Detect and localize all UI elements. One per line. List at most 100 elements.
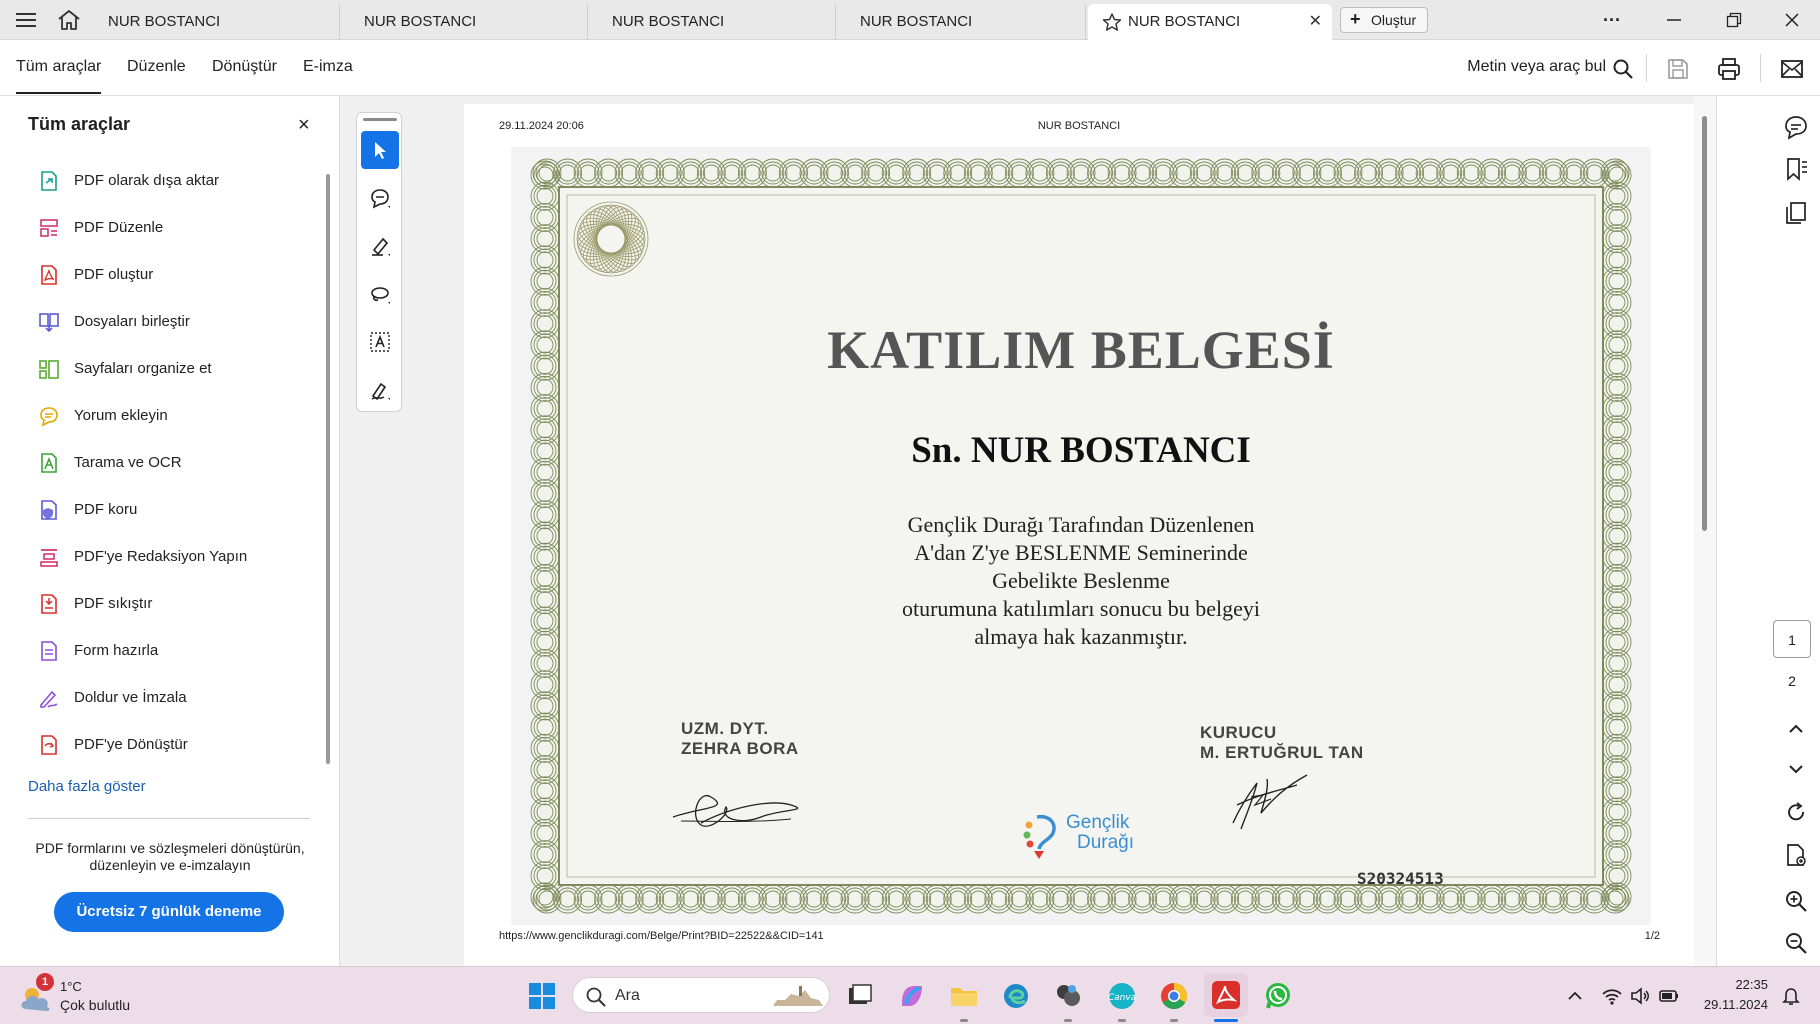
- free-trial-button[interactable]: Ücretsiz 7 günlük deneme: [54, 892, 284, 932]
- canva-icon[interactable]: Canva: [1106, 980, 1138, 1012]
- tab-document-4[interactable]: NUR BOSTANCI: [836, 4, 1086, 40]
- create-button[interactable]: + Oluştur: [1340, 7, 1428, 33]
- chrome-icon[interactable]: [1158, 980, 1190, 1012]
- tool-combine-files[interactable]: Dosyaları birleştir: [28, 305, 318, 339]
- notification-bell-icon[interactable]: [1780, 985, 1802, 1007]
- clock-time[interactable]: 22:35: [1735, 977, 1768, 992]
- show-more-link[interactable]: Daha fazla göster: [28, 778, 146, 795]
- tab-document-3[interactable]: NUR BOSTANCI: [588, 4, 836, 40]
- task-view-icon[interactable]: [844, 980, 876, 1012]
- bookmarks-icon[interactable]: [1783, 156, 1809, 182]
- toolbar-divider: [1646, 54, 1647, 82]
- minimize-icon[interactable]: [1654, 6, 1694, 34]
- save-icon[interactable]: [1665, 56, 1691, 82]
- chevron-down-icon[interactable]: [1783, 756, 1809, 782]
- menu-e-sign[interactable]: E-imza: [303, 58, 353, 76]
- chevron-up-icon[interactable]: [1783, 716, 1809, 742]
- left-signer-name: ZEHRA BORA: [681, 739, 799, 758]
- file-explorer-icon[interactable]: [948, 980, 980, 1012]
- pdf-page: 29.11.2024 20:06 NUR BOSTANCI KATILIM BE…: [464, 104, 1694, 966]
- tab-document-1[interactable]: NUR BOSTANCI: [84, 4, 340, 40]
- more-options-icon[interactable]: ···: [1592, 6, 1632, 34]
- svg-text:Canva: Canva: [1108, 993, 1136, 1003]
- tool-label: PDF'ye Redaksiyon Yapın: [74, 548, 248, 565]
- page-2-button[interactable]: 2: [1773, 662, 1811, 700]
- tab-document-2[interactable]: NUR BOSTANCI: [340, 4, 588, 40]
- edge-browser-icon[interactable]: [1000, 980, 1032, 1012]
- tool-redact[interactable]: PDF'ye Redaksiyon Yapın: [28, 540, 318, 574]
- restore-icon[interactable]: [1714, 6, 1754, 34]
- comment-plus-icon: [371, 189, 390, 209]
- tool-organize-pages[interactable]: Sayfaları organize et: [28, 352, 318, 386]
- tab-label: NUR BOSTANCI: [860, 13, 973, 30]
- certificate-body: Gençlik Durağı Tarafından Düzenlenen A'd…: [511, 511, 1651, 651]
- zoom-out-icon[interactable]: [1783, 930, 1809, 956]
- windows-start-icon[interactable]: [526, 980, 558, 1012]
- chevron-up-icon[interactable]: [1564, 985, 1586, 1007]
- star-icon[interactable]: [1102, 13, 1122, 31]
- email-icon[interactable]: [1779, 56, 1805, 82]
- tool-compress-pdf[interactable]: PDF sıkıştır: [28, 587, 318, 621]
- taskbar-search-box[interactable]: Ara: [572, 977, 830, 1013]
- panel-scrollbar[interactable]: [326, 174, 330, 764]
- volume-icon[interactable]: [1629, 985, 1651, 1007]
- window-close-icon[interactable]: [1772, 6, 1812, 34]
- rosette-emblem: [573, 201, 649, 277]
- zoom-in-icon[interactable]: [1783, 888, 1809, 914]
- tool-scan-ocr[interactable]: Tarama ve OCR: [28, 446, 318, 480]
- tab-close-icon[interactable]: ✕: [1309, 4, 1322, 40]
- hamburger-menu-icon[interactable]: [14, 10, 38, 30]
- add-comment-tool[interactable]: [361, 179, 399, 217]
- redact-icon: [40, 549, 58, 567]
- whatsapp-icon[interactable]: [1262, 980, 1294, 1012]
- tool-prepare-form[interactable]: Form hazırla: [28, 634, 318, 668]
- menu-edit[interactable]: Düzenle: [127, 58, 186, 76]
- tool-protect-pdf[interactable]: PDF koru: [28, 493, 318, 527]
- page-tools-icon[interactable]: [1783, 842, 1809, 868]
- search-icon[interactable]: [1612, 58, 1634, 80]
- copilot-icon[interactable]: [896, 980, 928, 1012]
- game-app-icon[interactable]: [1052, 980, 1084, 1012]
- fill-sign-icon: [40, 690, 58, 708]
- scrollbar-thumb[interactable]: [1702, 116, 1707, 531]
- tool-export-pdf[interactable]: PDF olarak dışa aktar: [28, 164, 318, 198]
- sign-tool[interactable]: [361, 371, 399, 409]
- document-scrollbar[interactable]: [1694, 96, 1716, 966]
- weather-temperature[interactable]: 1°C: [60, 979, 82, 994]
- tool-edit-pdf[interactable]: PDF Düzenle: [28, 211, 318, 245]
- home-icon[interactable]: [56, 8, 82, 32]
- text-box-tool[interactable]: [361, 323, 399, 361]
- battery-icon[interactable]: [1658, 985, 1680, 1007]
- tool-add-comment[interactable]: Yorum ekleyin: [28, 399, 318, 433]
- comments-panel-icon[interactable]: [1783, 114, 1809, 140]
- print-icon[interactable]: [1716, 56, 1742, 82]
- convert-pdf-icon: [41, 735, 57, 755]
- left-signer: UZM. DYT. ZEHRA BORA: [681, 719, 799, 759]
- weather-description[interactable]: Çok bulutlu: [60, 997, 130, 1013]
- tab-document-5-active[interactable]: NUR BOSTANCI ✕: [1088, 4, 1332, 40]
- find-text-or-tool[interactable]: Metin veya araç bul: [1467, 58, 1606, 76]
- panel-close-icon[interactable]: ×: [298, 114, 310, 137]
- acrobat-taskbar-active[interactable]: [1204, 973, 1248, 1017]
- tool-fill-sign[interactable]: Doldur ve İmzala: [28, 681, 318, 715]
- highlight-tool[interactable]: [361, 227, 399, 265]
- menu-all-tools[interactable]: Tüm araçlar: [16, 58, 102, 94]
- adobe-acrobat-icon: [1212, 981, 1240, 1009]
- menu-convert[interactable]: Dönüştür: [212, 58, 277, 76]
- create-label: Oluştur: [1371, 12, 1417, 28]
- compress-pdf-icon: [41, 594, 57, 614]
- running-indicator: [1118, 1019, 1126, 1022]
- certificate-title: KATILIM BELGESİ: [827, 320, 1335, 380]
- rotate-icon[interactable]: [1783, 800, 1809, 826]
- tool-convert-pdf[interactable]: PDF'ye Dönüştür: [28, 728, 318, 762]
- export-pdf-icon: [41, 171, 57, 191]
- drag-handle[interactable]: [363, 118, 397, 121]
- tool-create-pdf[interactable]: PDF oluştur: [28, 258, 318, 292]
- wifi-icon[interactable]: [1601, 985, 1623, 1007]
- running-indicator: [960, 1019, 968, 1022]
- clock-date[interactable]: 29.11.2024: [1704, 997, 1768, 1012]
- select-tool[interactable]: [361, 131, 399, 169]
- draw-tool[interactable]: [361, 275, 399, 313]
- page-thumbnails-icon[interactable]: [1783, 200, 1809, 226]
- page-1-button[interactable]: 1: [1773, 620, 1811, 658]
